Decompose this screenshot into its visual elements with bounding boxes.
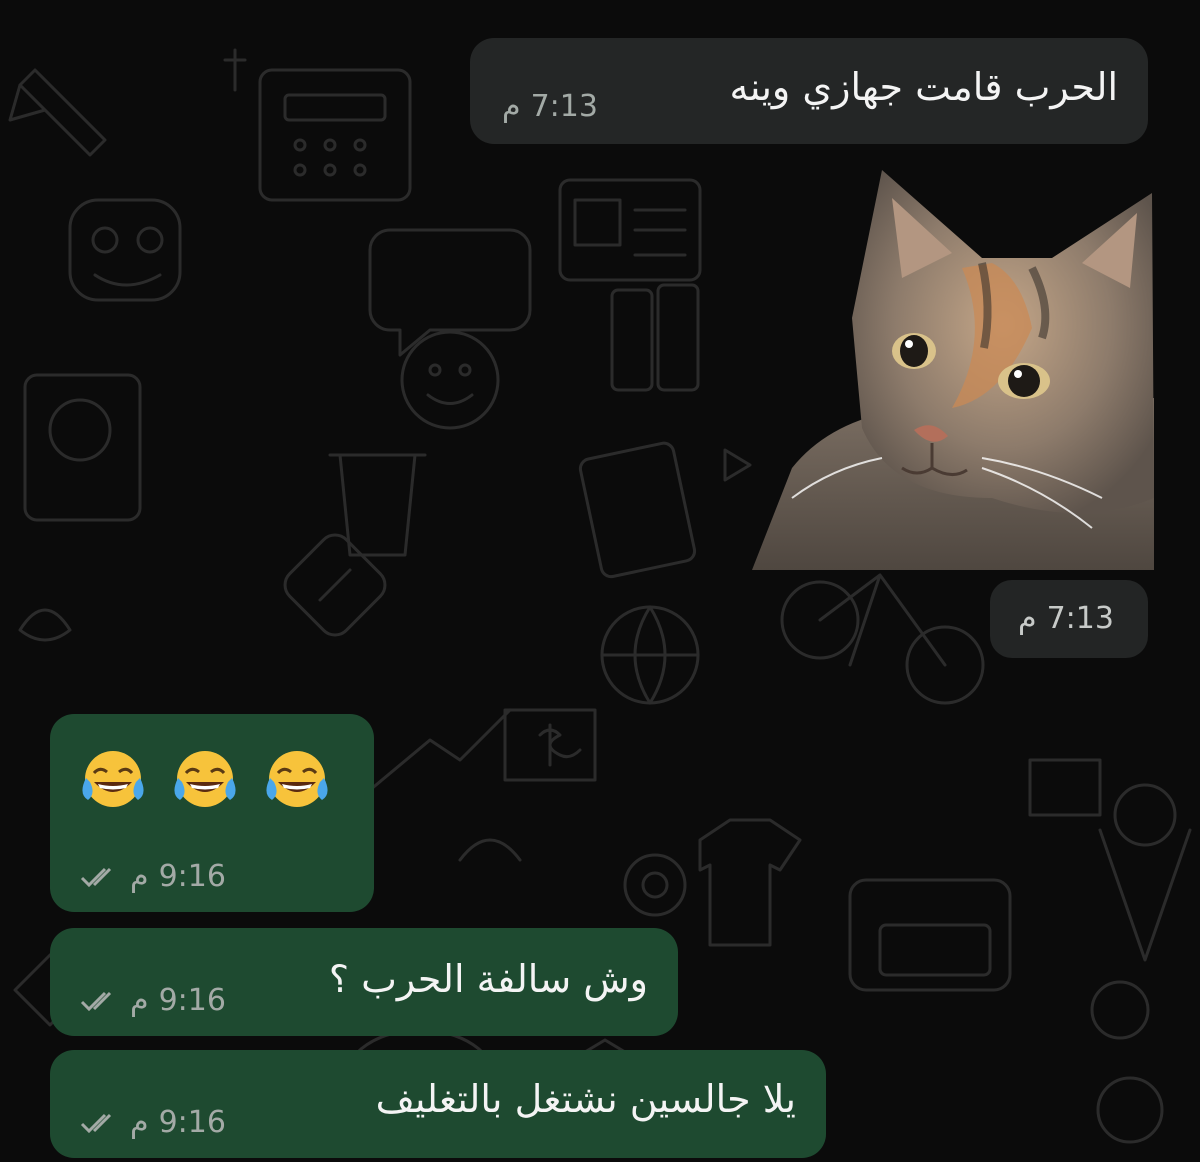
chat-thread[interactable]: الحرب قامت جهازي وينه م 7:13 م 7:13 م 9:… — [0, 0, 1200, 1162]
message-text: الحرب قامت جهازي وينه — [729, 65, 1119, 109]
face-with-tears-of-joy-icon — [266, 751, 328, 807]
message-time-period: م — [1018, 601, 1037, 636]
outgoing-message-bubble[interactable]: يلا جالسين نشتغل بالتغليف م 9:16 — [50, 1050, 826, 1158]
cat-face-sticker[interactable] — [752, 168, 1154, 570]
message-time: 9:16 — [158, 983, 226, 1018]
sticker-timestamp-pill: م 7:13 — [990, 580, 1148, 658]
message-text: يلا جالسين نشتغل بالتغليف — [375, 1077, 796, 1121]
double-check-read-icon — [80, 867, 112, 888]
message-time-period: م — [130, 1105, 149, 1140]
outgoing-message-bubble[interactable]: م 9:16 — [50, 714, 374, 912]
double-check-read-icon — [80, 1113, 112, 1134]
face-with-tears-of-joy-icon — [174, 751, 236, 807]
message-time-period: م — [502, 89, 521, 124]
emoji-row — [80, 748, 330, 814]
message-time-period: م — [130, 983, 149, 1018]
message-timestamp: م 7:13 — [1018, 604, 1114, 634]
outgoing-message-bubble[interactable]: وش سالفة الحرب ؟ م 9:16 — [50, 928, 678, 1036]
double-check-read-icon — [80, 991, 112, 1012]
incoming-message-bubble[interactable]: الحرب قامت جهازي وينه م 7:13 — [470, 38, 1148, 144]
message-text: وش سالفة الحرب ؟ — [328, 957, 648, 1001]
message-time: 9:16 — [158, 1105, 226, 1140]
message-time: 7:13 — [1046, 601, 1114, 636]
message-timestamp: م 9:16 — [80, 862, 226, 892]
message-timestamp: م 9:16 — [80, 1108, 226, 1138]
message-timestamp: م 7:13 — [502, 92, 598, 122]
message-time: 7:13 — [530, 89, 598, 124]
message-time: 9:16 — [158, 859, 226, 894]
message-timestamp: م 9:16 — [80, 986, 226, 1016]
message-time-period: م — [130, 859, 149, 894]
face-with-tears-of-joy-icon — [82, 751, 144, 807]
